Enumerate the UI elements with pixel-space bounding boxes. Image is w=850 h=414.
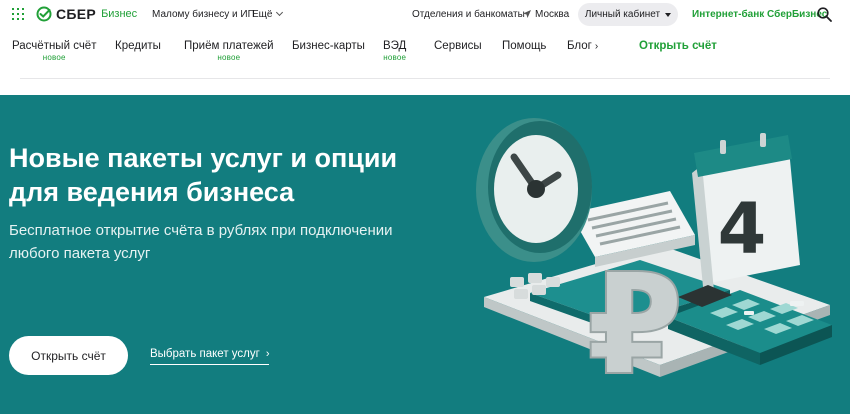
nav-item-label: ВЭД	[383, 40, 407, 52]
small-business-link[interactable]: Малому бизнесу и ИП	[152, 9, 255, 20]
nav-item-label: Приём платежей	[184, 40, 274, 52]
choose-package-link[interactable]: Выбрать пакет услуг ›	[150, 348, 270, 365]
chevron-right-icon: ›	[265, 348, 270, 360]
location-arrow-icon	[523, 10, 531, 18]
main-nav: Расчётный счёт новое Кредиты Приём плате…	[0, 40, 850, 66]
chevron-right-icon: ›	[594, 41, 599, 52]
hero-subtitle: Бесплатное открытие счёта в рублях при п…	[9, 222, 393, 262]
nav-item-help[interactable]: Помощь	[502, 40, 546, 52]
nav-item-label: Блог	[567, 40, 592, 52]
more-menu[interactable]: Ещё	[252, 8, 284, 20]
nav-item-business-cards[interactable]: Бизнес-карты	[292, 40, 365, 52]
city-label: Москва	[535, 9, 570, 20]
nav-item-services[interactable]: Сервисы	[434, 40, 482, 52]
nav-item-blog[interactable]: Блог ›	[567, 40, 598, 52]
city-selector[interactable]: Москва	[523, 9, 569, 20]
branches-link[interactable]: Отделения и банкоматы	[412, 9, 525, 20]
nav-item-label: Кредиты	[115, 40, 161, 52]
caret-down-icon	[665, 12, 672, 17]
logo-text: СБЕР	[56, 6, 97, 22]
new-badge: новое	[217, 53, 241, 62]
nav-item-ved[interactable]: ВЭД новое	[383, 40, 406, 62]
header-divider	[20, 78, 830, 79]
nav-item-account[interactable]: Расчётный счёт новое	[12, 40, 96, 62]
nav-item-label: Сервисы	[434, 40, 482, 52]
top-header: СБЕР Бизнес Малому бизнесу и ИП Ещё Отде…	[0, 0, 850, 30]
choose-package-label: Выбрать пакет услуг	[150, 348, 260, 360]
hero-illustration: 4 ₽	[476, 118, 832, 408]
sber-logo[interactable]: СБЕР Бизнес	[36, 5, 137, 23]
new-badge: новое	[42, 53, 66, 62]
nav-item-label: Помощь	[502, 40, 547, 52]
nav-item-payments[interactable]: Приём платежей новое	[184, 40, 274, 62]
new-badge: новое	[383, 53, 407, 62]
nav-item-label: Бизнес-карты	[292, 40, 365, 52]
open-account-button[interactable]: Открыть счёт	[9, 336, 128, 375]
calendar-icon: 4	[692, 133, 800, 297]
logo-subtitle: Бизнес	[101, 8, 138, 20]
ruble-icon: ₽	[585, 243, 684, 408]
calendar-number: 4	[718, 188, 767, 270]
clock-icon	[476, 118, 592, 262]
search-icon[interactable]	[817, 7, 832, 22]
personal-cabinet-button[interactable]: Личный кабинет	[578, 3, 678, 26]
hero-title: Новые пакеты услуг и опции для ведения б…	[9, 143, 398, 207]
sber-logo-icon	[36, 6, 52, 22]
cabinet-label: Личный кабинет	[584, 9, 661, 20]
internet-bank-link[interactable]: Интернет-банк СберБизнес	[692, 9, 827, 20]
nav-item-credits[interactable]: Кредиты	[115, 40, 161, 52]
nav-open-account-link[interactable]: Открыть счёт	[639, 40, 717, 52]
hero-banner: Новые пакеты услуг и опции для ведения б…	[0, 95, 850, 414]
nav-item-label: Расчётный счёт	[12, 40, 97, 52]
chevron-down-icon	[276, 8, 284, 17]
apps-grid-icon[interactable]	[12, 8, 24, 20]
ruble-symbol: ₽	[586, 244, 683, 407]
more-menu-label: Ещё	[252, 9, 273, 20]
